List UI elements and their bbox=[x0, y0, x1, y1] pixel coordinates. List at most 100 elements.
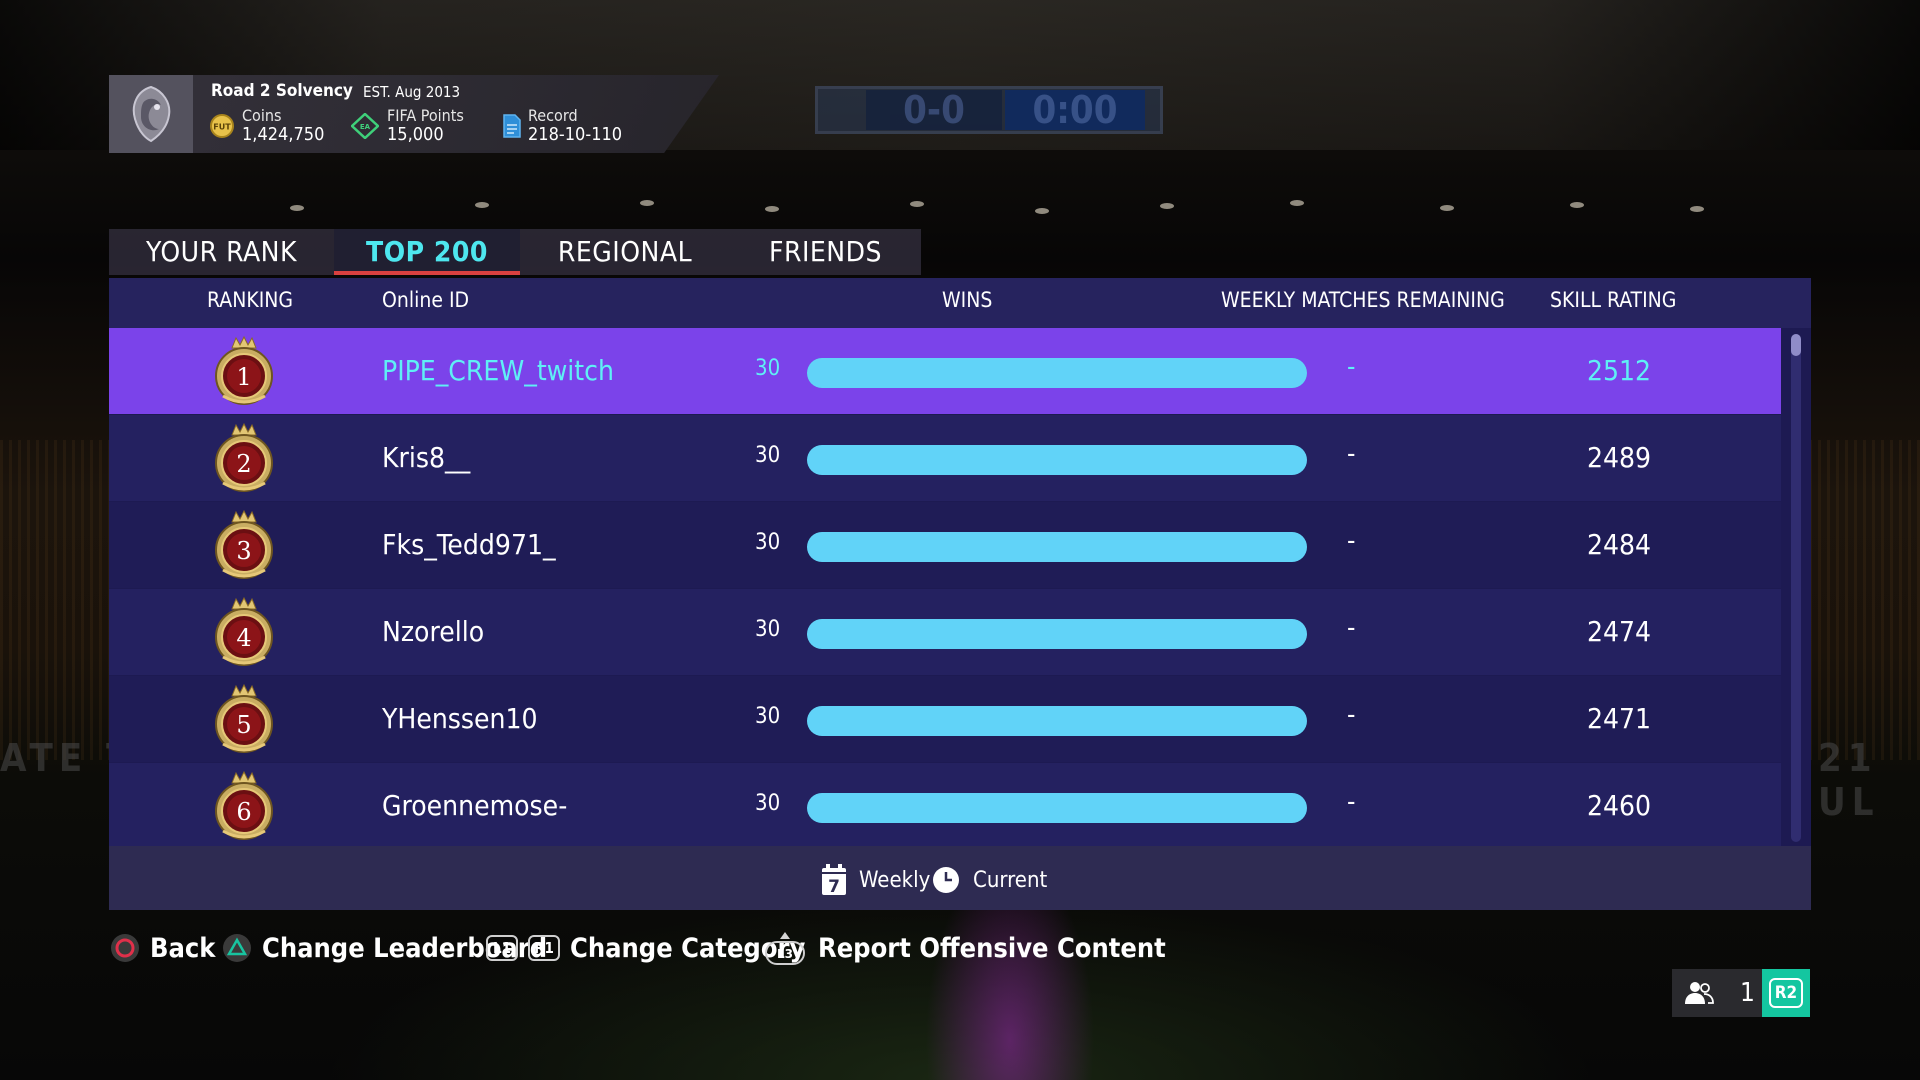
player-online-id[interactable]: Kris8__ bbox=[382, 441, 470, 474]
player-online-id[interactable]: Fks_Tedd971_ bbox=[382, 528, 556, 561]
rank-number: 3 bbox=[236, 537, 252, 565]
rank-number: 6 bbox=[236, 798, 252, 826]
people-icon bbox=[1684, 980, 1714, 1010]
clock-icon bbox=[933, 867, 959, 893]
player-online-id[interactable]: YHenssen10 bbox=[382, 702, 538, 735]
stadium-light bbox=[1035, 208, 1049, 214]
weekly-matches-remaining: - bbox=[1347, 439, 1356, 469]
scoreboard-time: 0:00 bbox=[1005, 90, 1145, 130]
rank-badge-icon: 5 bbox=[207, 683, 281, 756]
player-online-id[interactable]: Groennemose- bbox=[382, 789, 567, 822]
skill-rating: 2471 bbox=[1586, 702, 1652, 735]
leaderboard-row[interactable]: 1 PIPE_CREW_twitch 30 - 2512 bbox=[109, 328, 1781, 414]
column-header-ranking: RANKING bbox=[207, 288, 294, 312]
leaderboard-row[interactable]: 5 YHenssen10 30 - 2471 bbox=[109, 676, 1781, 762]
stadium-light bbox=[475, 202, 489, 208]
column-headers: RANKING Online ID WINS WEEKLY MATCHES RE… bbox=[109, 278, 1811, 328]
club-crest-icon bbox=[132, 85, 171, 143]
triangle-button-icon bbox=[222, 933, 252, 963]
rank-number: 2 bbox=[236, 450, 252, 478]
wins-value: 30 bbox=[755, 704, 781, 729]
fifa-points-icon-text: EA bbox=[360, 123, 371, 131]
wins-value: 30 bbox=[755, 443, 781, 468]
l3-stick-icon: L3 bbox=[762, 930, 808, 966]
fifa-points-value: 15,000 bbox=[387, 124, 444, 145]
wins-progress-bar bbox=[807, 619, 1307, 649]
leaderboard-scrollbar[interactable] bbox=[1791, 334, 1801, 842]
rank-badge-icon: 3 bbox=[207, 509, 281, 582]
legend-current[interactable]: Current bbox=[931, 864, 1047, 896]
wins-progress-fill bbox=[807, 619, 1307, 649]
tab-regional[interactable]: REGIONAL bbox=[520, 229, 730, 275]
circle-button-icon bbox=[110, 933, 140, 963]
weekly-matches-remaining: - bbox=[1347, 787, 1356, 817]
rank-number: 1 bbox=[236, 363, 252, 391]
coins-icon: FUT bbox=[209, 113, 235, 143]
legend-weekly[interactable]: 7 Weekly bbox=[821, 864, 930, 896]
stadium-light bbox=[910, 201, 924, 207]
leaderboard-row[interactable]: 3 Fks_Tedd971_ 30 - 2484 bbox=[109, 502, 1781, 588]
wins-value: 30 bbox=[755, 617, 781, 642]
column-header-wins: WINS bbox=[942, 288, 993, 312]
stadium-light bbox=[1160, 203, 1174, 209]
tab-your-rank[interactable]: YOUR RANK bbox=[109, 229, 334, 275]
r2-button[interactable]: R2 bbox=[1762, 969, 1810, 1017]
weekly-matches-remaining: - bbox=[1347, 613, 1356, 643]
wins-progress-fill bbox=[807, 793, 1307, 823]
skill-rating: 2460 bbox=[1586, 789, 1652, 822]
column-header-skill-rating: SKILL RATING bbox=[1550, 288, 1677, 312]
leaderboard-tabs: YOUR RANK TOP 200 REGIONAL FRIENDS bbox=[109, 229, 921, 275]
leaderboard-row[interactable]: 2 Kris8__ 30 - 2489 bbox=[109, 415, 1781, 501]
tab-top-200[interactable]: TOP 200 bbox=[334, 229, 520, 275]
weekly-matches-remaining: - bbox=[1347, 526, 1356, 556]
wins-progress-fill bbox=[807, 532, 1307, 562]
wins-progress-bar bbox=[807, 706, 1307, 736]
fifa-points-label: FIFA Points bbox=[387, 106, 464, 125]
stadium-light bbox=[1290, 200, 1304, 206]
wins-value: 30 bbox=[755, 791, 781, 816]
weekly-matches-remaining: - bbox=[1347, 700, 1356, 730]
rank-badge-icon: 2 bbox=[207, 422, 281, 495]
wins-value: 30 bbox=[755, 356, 781, 381]
column-header-online-id: Online ID bbox=[382, 288, 470, 312]
coins-value: 1,424,750 bbox=[242, 124, 325, 145]
skill-rating: 2512 bbox=[1586, 354, 1652, 387]
back-label: Back bbox=[150, 932, 216, 964]
leaderboard-row[interactable]: 6 Groennemose- 30 - 2460 bbox=[109, 763, 1781, 846]
change-category-button[interactable]: L1 R1 Change Category bbox=[486, 930, 805, 966]
skill-rating: 2474 bbox=[1586, 615, 1652, 648]
coins-label: Coins bbox=[242, 106, 282, 125]
tab-friends[interactable]: FRIENDS bbox=[730, 229, 921, 275]
leaderboard-legend: 7 Weekly Current bbox=[109, 846, 1811, 910]
wins-progress-bar bbox=[807, 445, 1307, 475]
stadium-light bbox=[1440, 205, 1454, 211]
wins-progress-bar bbox=[807, 793, 1307, 823]
scrollbar-thumb[interactable] bbox=[1791, 334, 1801, 356]
report-offensive-content-label: Report Offensive Content bbox=[818, 932, 1166, 964]
rank-badge-icon: 6 bbox=[207, 770, 281, 843]
legend-weekly-label: Weekly bbox=[859, 867, 931, 893]
player-online-id[interactable]: PIPE_CREW_twitch bbox=[382, 354, 614, 387]
wins-progress-bar bbox=[807, 358, 1307, 388]
rank-badge-icon: 4 bbox=[207, 596, 281, 669]
rank-number: 4 bbox=[236, 624, 252, 652]
legend-current-label: Current bbox=[973, 867, 1048, 893]
rank-badge-icon: 1 bbox=[207, 335, 281, 408]
calendar-icon-text: 7 bbox=[828, 877, 840, 896]
club-profile-header: Road 2 Solvency EST. Aug 2013 FUT Coins … bbox=[109, 75, 719, 153]
report-offensive-content-button[interactable]: L3 Report Offensive Content bbox=[762, 930, 1166, 966]
club-established: EST. Aug 2013 bbox=[363, 83, 461, 101]
stadium-light bbox=[1690, 206, 1704, 212]
weekly-matches-remaining: - bbox=[1347, 352, 1356, 382]
online-count: 1 bbox=[1740, 978, 1755, 1008]
coins-icon-text: FUT bbox=[213, 123, 231, 132]
online-friends-widget[interactable]: 1 R2 bbox=[1672, 969, 1810, 1017]
leaderboard-row[interactable]: 4 Nzorello 30 - 2474 bbox=[109, 589, 1781, 675]
scoreboard-score: 0-0 bbox=[866, 90, 1002, 130]
l1-key-icon: L1 bbox=[486, 935, 518, 961]
record-icon bbox=[502, 113, 522, 143]
skill-rating: 2489 bbox=[1586, 441, 1652, 474]
club-crest bbox=[109, 75, 193, 153]
back-button[interactable]: Back bbox=[110, 930, 215, 966]
player-online-id[interactable]: Nzorello bbox=[382, 615, 484, 648]
